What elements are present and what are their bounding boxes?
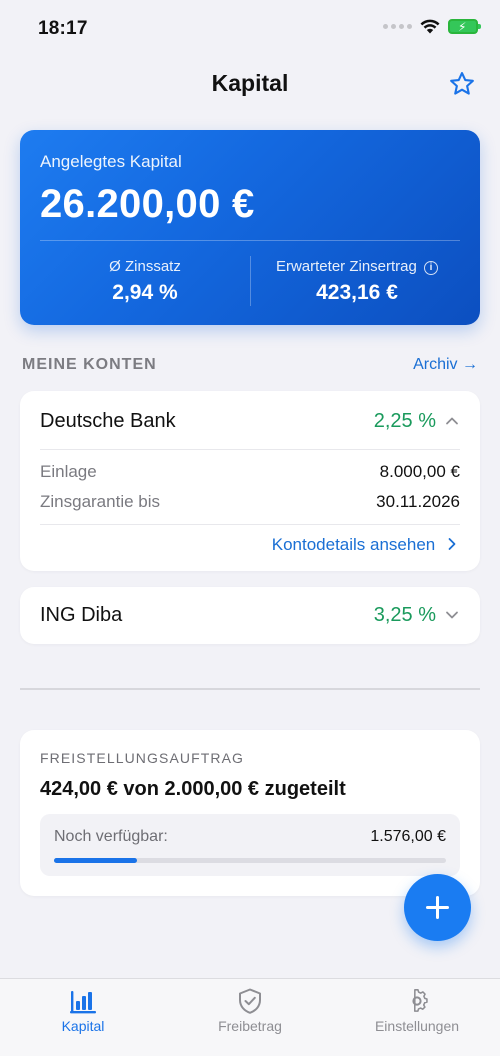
archive-link[interactable]: Archiv → bbox=[413, 356, 478, 374]
capital-summary-card: Angelegtes Kapital 26.200,00 € Ø Zinssat… bbox=[20, 130, 480, 325]
section-separator bbox=[20, 688, 480, 690]
tab-freibetrag[interactable]: Freibetrag bbox=[167, 987, 333, 1034]
shield-check-icon bbox=[239, 988, 261, 1014]
guarantee-label: Zinsgarantie bis bbox=[40, 492, 161, 511]
info-icon[interactable]: i bbox=[424, 261, 439, 275]
screen: 18:17 ⚡ Kapital Angelegtes Kapital 26.20… bbox=[0, 0, 500, 1056]
gear-icon bbox=[412, 989, 428, 1012]
avg-rate-label: Ø Zinssatz bbox=[109, 258, 181, 275]
tab-label: Einstellungen bbox=[374, 1018, 460, 1034]
chevron-up-icon[interactable] bbox=[444, 413, 460, 429]
expected-interest-label: Erwarteter Zinsertrag bbox=[275, 258, 417, 275]
account-details-link[interactable]: Kontodetails ansehen bbox=[272, 535, 458, 555]
account-details-label: Kontodetails ansehen bbox=[271, 535, 436, 554]
chevron-right-icon bbox=[448, 538, 456, 550]
divider bbox=[250, 256, 251, 306]
allocation-progress-fill bbox=[54, 858, 138, 863]
freistellung-card[interactable]: FREISTELLUNGSAUFTRAG 424,00 € von 2.000,… bbox=[20, 730, 480, 896]
bar-chart-icon bbox=[70, 991, 96, 1014]
avg-rate-stat: Ø Zinssatz 2,94 % bbox=[40, 258, 250, 305]
tab-kapital[interactable]: Kapital bbox=[0, 987, 166, 1034]
divider bbox=[40, 449, 460, 450]
account-rate: 3,25 % bbox=[373, 604, 436, 626]
expected-interest-stat: Erwarteter Zinsertrag i 423,16 € bbox=[252, 258, 462, 305]
freistellung-title: FREISTELLUNGSAUFTRAG bbox=[40, 750, 245, 766]
available-label: Noch verfügbar: bbox=[54, 828, 168, 845]
capital-amount: 26.200,00 € bbox=[40, 182, 255, 226]
account-name: ING Diba bbox=[40, 604, 123, 626]
deposit-value: 8.000,00 € bbox=[379, 462, 460, 481]
account-card-deutsche-bank[interactable]: Deutsche Bank 2,25 % Einlage 8.000,00 € … bbox=[20, 391, 480, 571]
deposit-label: Einlage bbox=[40, 462, 97, 481]
account-card-ing-diba[interactable]: ING Diba 3,25 % bbox=[20, 587, 480, 644]
signal-dots-icon bbox=[383, 24, 412, 29]
status-bar: 18:17 ⚡ bbox=[0, 0, 500, 60]
add-button[interactable] bbox=[404, 874, 471, 941]
divider bbox=[40, 524, 460, 525]
tab-label: Kapital bbox=[61, 1018, 105, 1034]
expected-interest-value: 423,16 € bbox=[316, 281, 398, 304]
section-title: MEINE KONTEN bbox=[22, 356, 157, 373]
available-value: 1.576,00 € bbox=[370, 828, 446, 845]
guarantee-value: 30.11.2026 bbox=[376, 492, 460, 511]
status-time: 18:17 bbox=[38, 18, 88, 39]
divider bbox=[40, 240, 460, 241]
account-rate: 2,25 % bbox=[373, 410, 436, 432]
tab-label: Freibetrag bbox=[218, 1018, 282, 1034]
tab-bar: Kapital Freibetrag Einstellungen bbox=[0, 978, 500, 1056]
available-box: Noch verfügbar: 1.576,00 € bbox=[40, 814, 460, 876]
status-icons: ⚡ bbox=[383, 19, 481, 34]
allocation-progress-bar bbox=[54, 858, 446, 863]
avg-rate-value: 2,94 % bbox=[112, 281, 178, 304]
freistellung-summary: 424,00 € von 2.000,00 € zugeteilt bbox=[40, 778, 346, 800]
chevron-down-icon[interactable] bbox=[444, 607, 460, 623]
page-title: Kapital bbox=[211, 70, 289, 96]
tab-einstellungen[interactable]: Einstellungen bbox=[334, 987, 500, 1034]
battery-charging-icon: ⚡ bbox=[448, 19, 481, 34]
account-name: Deutsche Bank bbox=[40, 410, 176, 432]
wifi-icon bbox=[420, 19, 440, 34]
star-outline-icon[interactable] bbox=[448, 70, 476, 98]
capital-label: Angelegtes Kapital bbox=[40, 152, 182, 171]
